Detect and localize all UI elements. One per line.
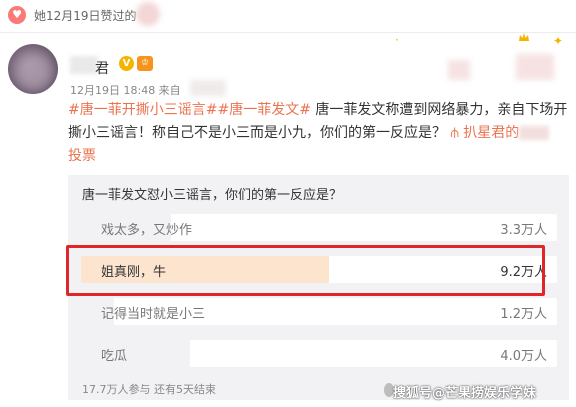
link-icon: ⫛	[450, 125, 459, 141]
vote-option[interactable]: 记得当时就是小三 1.2万人	[81, 298, 557, 325]
hashtag-link[interactable]: #唐一菲开撕小三谣言#	[68, 102, 217, 118]
vote-option-label: 戏太多，又炒作	[101, 223, 193, 238]
blurred-avatar	[136, 2, 160, 26]
watermark: 搜狐号@芒果捞娱乐学妹	[393, 386, 537, 401]
post-text: #唐一菲开撕小三谣言##唐一菲发文# 唐一菲发文称遭到网络暴力，亲自下场开撕小三…	[68, 99, 568, 168]
sparkle-icon: ✦	[553, 34, 564, 48]
vote-option[interactable]: 吃瓜 4.0万人	[81, 340, 557, 367]
vote-option-count: 4.0万人	[500, 349, 547, 364]
verified-icon: V	[119, 56, 134, 71]
crown-icon	[519, 33, 529, 41]
highlight-box	[66, 245, 545, 296]
vote-option[interactable]: 戏太多，又炒作 3.3万人	[81, 214, 557, 241]
level-badge-icon: ♔	[137, 56, 153, 71]
vote-option-label: 吃瓜	[101, 349, 128, 364]
blurred-decoration	[516, 54, 554, 80]
heart-icon: ♥	[8, 6, 26, 24]
liked-bar: ♥ 她12月19日赞过的	[0, 0, 576, 33]
vote-option-count: 1.2万人	[500, 307, 547, 322]
post-meta: 12月19日 18:48 来自	[70, 84, 181, 97]
name-blur	[70, 56, 98, 74]
avatar[interactable]	[8, 44, 58, 94]
source-blur	[190, 80, 226, 96]
vote-option-count: 3.3万人	[500, 223, 547, 238]
vote-question: 唐一菲发文怼小三谣言，你们的第一反应是？	[82, 188, 343, 203]
hashtag-link[interactable]: #唐一菲发文#	[217, 102, 310, 118]
vote-link[interactable]: 投票	[68, 148, 96, 164]
vote-option-label: 记得当时就是小三	[101, 307, 206, 322]
vote-footer: 17.7万人参与 还有5天结束	[82, 383, 216, 396]
source-link[interactable]: 扒星君的	[463, 125, 519, 141]
author-name[interactable]: 君	[95, 58, 109, 78]
liked-text: 她12月19日赞过的	[34, 9, 137, 23]
source-blur	[519, 126, 550, 140]
blurred-decoration	[448, 60, 470, 80]
vote-option-bar	[81, 340, 191, 367]
sparkle-icon: ·	[395, 33, 399, 47]
